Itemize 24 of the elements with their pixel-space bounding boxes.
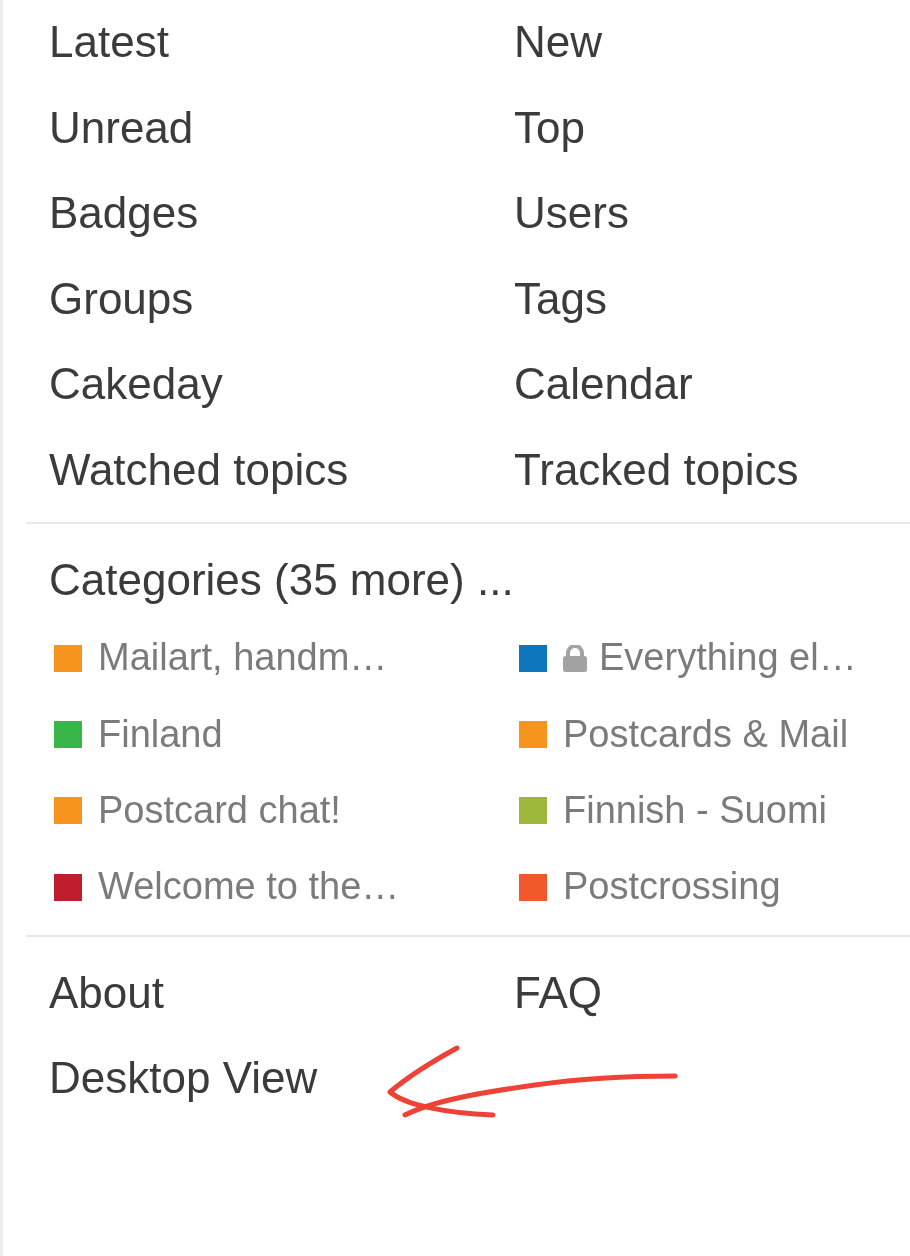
menu-link[interactable]: FAQ (514, 966, 603, 1020)
menu-link[interactable]: Top (514, 101, 585, 155)
category-link[interactable]: Postcards & Mail (519, 711, 849, 758)
menu-link[interactable]: New (514, 16, 603, 70)
category-link[interactable]: Postcard chat! (54, 787, 341, 834)
menu-link[interactable]: Watched topics (49, 443, 349, 497)
category-link[interactable]: Welcome to the… (54, 864, 400, 910)
categories-link[interactable]: Categories (35 more) ... (49, 553, 514, 607)
menu-link[interactable]: Groups (49, 272, 194, 326)
menu-link[interactable]: Unread (49, 101, 194, 155)
menu-link[interactable]: Tracked topics (514, 443, 799, 497)
category-link[interactable]: Postcrossing (519, 864, 781, 910)
menu-link[interactable]: Tags (514, 272, 607, 326)
menu-link[interactable]: Cakeday (49, 358, 223, 412)
category-link[interactable]: Everything el… (519, 635, 857, 681)
category-link[interactable]: Mailart, handm… (54, 635, 388, 681)
category-link[interactable]: Finnish - Suomi (519, 787, 827, 834)
menu-link[interactable]: About (49, 966, 164, 1020)
menu-link[interactable]: Calendar (514, 358, 693, 412)
category-link[interactable]: Finland (54, 711, 223, 758)
menu-link[interactable]: Latest (49, 16, 169, 70)
menu-link[interactable]: Desktop View (49, 1052, 318, 1105)
menu-link[interactable]: Users (514, 187, 629, 241)
menu-link[interactable]: Badges (49, 187, 199, 241)
